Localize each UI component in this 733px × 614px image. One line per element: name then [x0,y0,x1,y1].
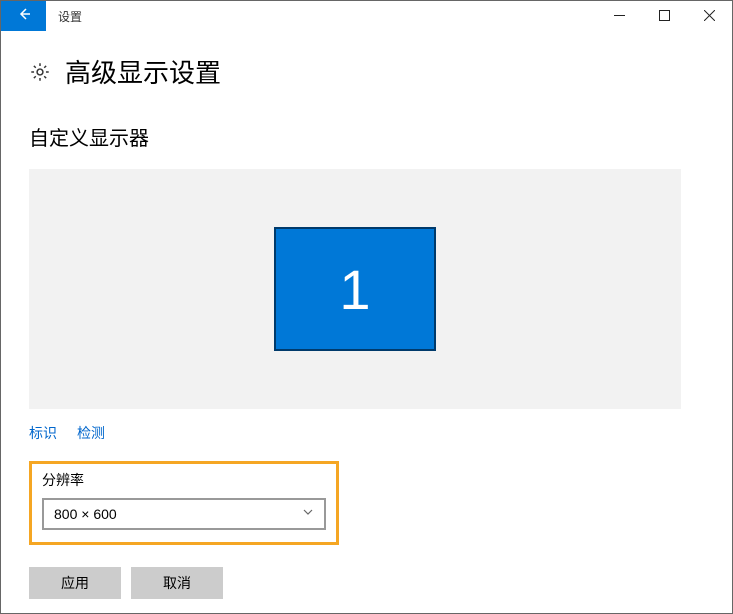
maximize-button[interactable] [642,1,687,31]
page-title: 高级显示设置 [65,53,221,90]
monitor-1[interactable]: 1 [274,227,436,351]
chevron-down-icon [302,505,314,523]
cancel-button[interactable]: 取消 [131,567,223,599]
action-buttons: 应用 取消 [29,567,712,599]
minimize-icon [614,9,625,24]
monitor-number: 1 [339,257,370,322]
close-button[interactable] [687,1,732,31]
arrow-left-icon [16,6,32,27]
maximize-icon [659,9,670,24]
page-header: 高级显示设置 [29,53,712,90]
window-title: 设置 [46,1,82,31]
section-title: 自定义显示器 [29,122,712,151]
back-button[interactable] [1,1,46,31]
gear-icon [29,61,51,83]
identify-link[interactable]: 标识 [29,423,57,443]
resolution-dropdown[interactable]: 800 × 600 [42,498,326,530]
apply-button[interactable]: 应用 [29,567,121,599]
monitor-preview-area: 1 [29,169,681,409]
titlebar: 设置 [1,1,732,31]
close-icon [704,9,715,24]
content-area: 高级显示设置 自定义显示器 1 标识 检测 分辨率 800 × 600 应用 取… [1,31,732,599]
monitor-actions: 标识 检测 [29,423,712,443]
resolution-section: 分辨率 800 × 600 [29,461,339,545]
window-controls [597,1,732,31]
detect-link[interactable]: 检测 [77,423,105,443]
resolution-label: 分辨率 [42,470,326,490]
resolution-value: 800 × 600 [54,506,117,522]
minimize-button[interactable] [597,1,642,31]
